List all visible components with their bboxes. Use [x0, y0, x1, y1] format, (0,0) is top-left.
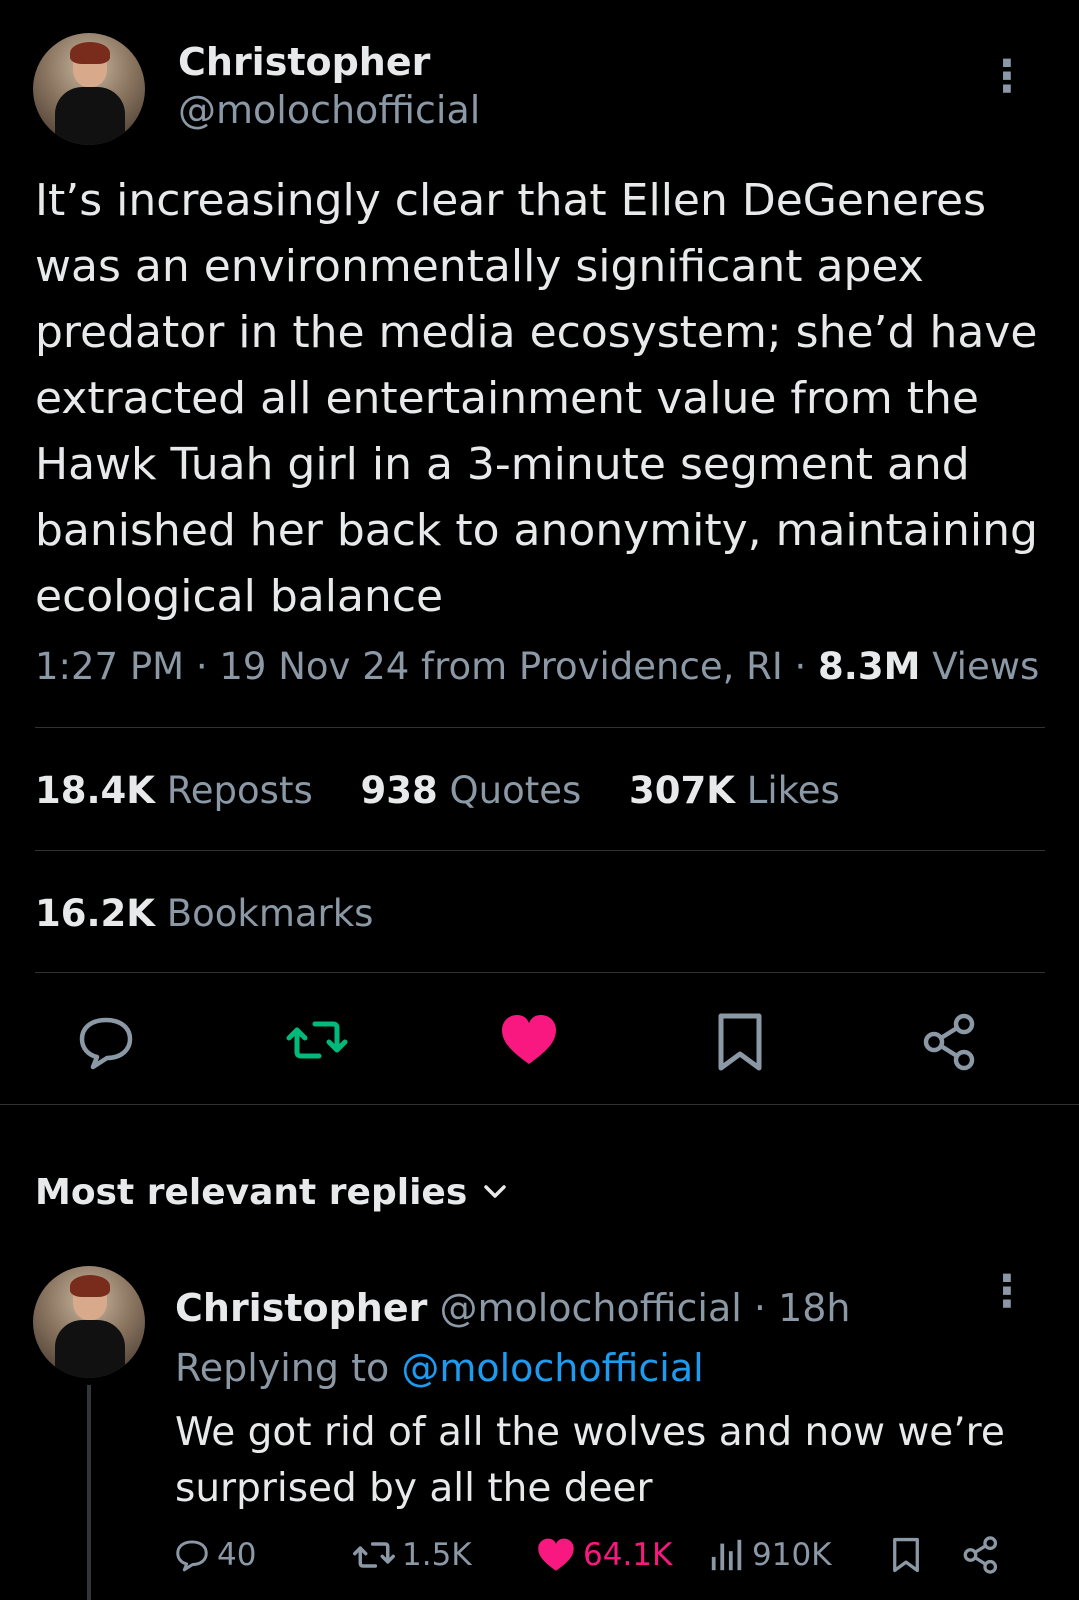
- reply-more-options-icon[interactable]: ⋮: [985, 1270, 1029, 1314]
- reply-icon: [176, 1540, 208, 1572]
- reply-time[interactable]: · 18h: [754, 1286, 851, 1330]
- reply-author-name[interactable]: Christopher: [175, 1286, 427, 1330]
- replying-to: Replying to @molochofficial: [175, 1346, 704, 1390]
- views-label: Views: [932, 645, 1040, 688]
- author-name[interactable]: Christopher: [178, 40, 430, 84]
- more-options-icon[interactable]: ⋮: [985, 55, 1029, 99]
- replying-prefix: Replying to: [175, 1346, 390, 1390]
- avatar-figure-hair: [69, 1274, 111, 1298]
- share-icon[interactable]: [918, 1010, 982, 1074]
- likes-count: 307K: [629, 769, 735, 812]
- reply-repost-button[interactable]: 1.5K: [352, 1532, 472, 1578]
- like-icon: [538, 1538, 574, 1571]
- bookmarks-label: Bookmarks: [166, 892, 374, 935]
- bookmark-icon[interactable]: [708, 1010, 772, 1074]
- reply-text: We got rid of all the wolves and now we’…: [175, 1410, 1005, 1511]
- like-icon[interactable]: [497, 1008, 561, 1072]
- bookmark-icon: [893, 1537, 919, 1573]
- reply-bookmark-button[interactable]: [887, 1532, 931, 1578]
- reposts-label: Reposts: [166, 769, 313, 812]
- divider: [35, 972, 1045, 973]
- views-count: 8.3M: [818, 645, 921, 688]
- meta-separator: ·: [794, 645, 807, 688]
- reply-author-handle[interactable]: @molochofficial: [439, 1286, 741, 1330]
- avatar-figure-body: [55, 86, 125, 145]
- reply-author-avatar[interactable]: [33, 1266, 145, 1378]
- reply-share-button[interactable]: [960, 1532, 1008, 1578]
- author-handle[interactable]: @molochofficial: [178, 88, 480, 132]
- divider: [35, 727, 1045, 728]
- repost-icon[interactable]: [285, 1008, 349, 1072]
- replies-sort-dropdown[interactable]: Most relevant replies: [35, 1172, 509, 1215]
- reply-views-button[interactable]: 910K: [708, 1532, 832, 1578]
- reposts-count: 18.4K: [35, 769, 155, 812]
- likes-label: Likes: [746, 769, 840, 812]
- author-avatar[interactable]: [33, 33, 145, 145]
- reply-reply-button[interactable]: 40: [173, 1532, 256, 1578]
- bookmarks-stat[interactable]: 16.2K Bookmarks: [35, 892, 373, 935]
- likes-stat[interactable]: 307K Likes: [629, 769, 840, 812]
- meta-separator: ·: [195, 645, 208, 688]
- views-icon: [711, 1539, 742, 1571]
- quotes-count: 938: [360, 769, 438, 812]
- chevron-down-icon: [481, 1174, 509, 1215]
- reply-repost-count: 1.5K: [402, 1537, 472, 1573]
- reply-icon[interactable]: [74, 1010, 138, 1074]
- reposts-stat[interactable]: 18.4K Reposts: [35, 769, 313, 812]
- tweet-text: It’s increasingly clear that Ellen DeGen…: [35, 175, 1038, 622]
- engagement-stats: 18.4K Reposts 938 Quotes 307K Likes: [35, 769, 876, 812]
- section-divider: [0, 1104, 1079, 1105]
- quotes-stat[interactable]: 938 Quotes: [361, 769, 582, 812]
- reply-reply-count: 40: [217, 1537, 257, 1573]
- tweet-time[interactable]: 1:27 PM: [35, 645, 184, 688]
- tweet-meta: 1:27 PM · 19 Nov 24 from Providence, RI …: [35, 645, 1039, 688]
- share-icon: [963, 1536, 998, 1574]
- divider: [35, 850, 1045, 851]
- tweet-date-location[interactable]: 19 Nov 24 from Providence, RI: [219, 645, 782, 688]
- reply-like-count: 64.1K: [583, 1537, 673, 1573]
- replying-to-mention[interactable]: @molochofficial: [401, 1346, 703, 1390]
- replies-section-title: Most relevant replies: [35, 1172, 468, 1213]
- thread-line: [87, 1385, 91, 1600]
- bookmarks-stats: 16.2K Bookmarks: [35, 892, 409, 935]
- bookmarks-count: 16.2K: [35, 892, 155, 935]
- reply-view-count: 910K: [752, 1537, 832, 1573]
- avatar-figure-body: [55, 1319, 125, 1378]
- repost-icon: [353, 1542, 395, 1568]
- quotes-label: Quotes: [449, 769, 582, 812]
- avatar-figure-hair: [69, 41, 111, 65]
- reply-header: Christopher @molochofficial · 18h: [175, 1286, 851, 1330]
- reply-like-button[interactable]: 64.1K: [535, 1532, 672, 1578]
